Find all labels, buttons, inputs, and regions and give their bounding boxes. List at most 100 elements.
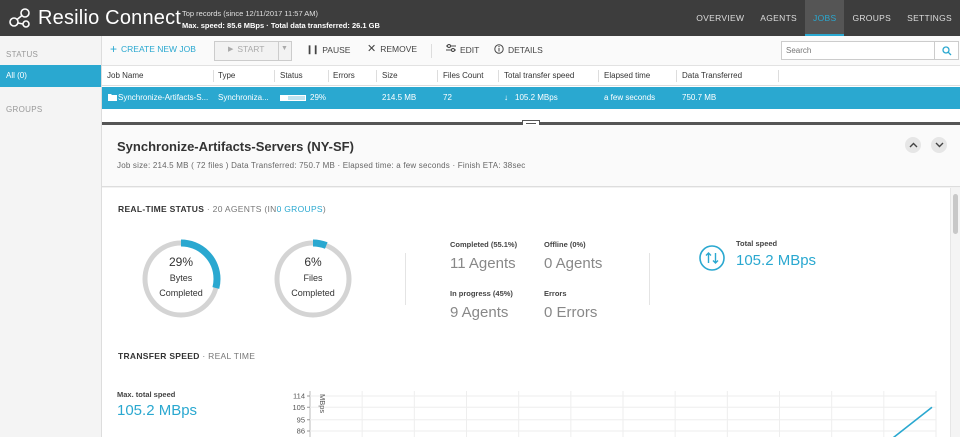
realtime-status-heading: REAL-TIME STATUS · 20 AGENTS (IN0 GROUPS…	[118, 204, 326, 214]
bytes-completed-label: Completed	[159, 288, 203, 298]
files-completed-label: Completed	[291, 288, 335, 298]
elapsed-value: a few seconds	[396, 161, 451, 170]
col-files-count[interactable]: Files Count	[443, 71, 483, 80]
job-files-value: ( 72 files )	[191, 161, 229, 170]
offline-value: 0 Agents	[544, 255, 603, 272]
job-size-value: 214.5 MB	[152, 161, 189, 170]
table-row[interactable]: Synchronize-Artifacts-S... Synchroniza..…	[102, 87, 960, 109]
edit-button[interactable]: EDIT	[446, 44, 479, 55]
realtime-in-close: )	[322, 204, 327, 214]
collapse-up-button[interactable]	[905, 137, 921, 153]
details-button[interactable]: DETAILS	[494, 44, 543, 56]
job-elapsed-cell: a few seconds	[604, 93, 656, 102]
in-progress-label: In progress (45%)	[450, 289, 513, 298]
create-job-button[interactable]: + CREATE NEW JOB	[110, 42, 196, 56]
nav-groups[interactable]: GROUPS	[844, 0, 899, 36]
transfer-speed-title: TRANSFER SPEED	[118, 351, 200, 361]
realtime-separator: ·	[206, 204, 210, 214]
toolbar-divider	[431, 44, 432, 58]
nav-jobs[interactable]: JOBS	[805, 0, 845, 36]
completed-label: Completed (55.1%)	[450, 240, 518, 249]
nav-overview[interactable]: OVERVIEW	[688, 0, 752, 36]
max-total-speed-label: Max. total speed	[117, 390, 176, 399]
job-speed-cell: 105.2 MBps	[515, 93, 558, 102]
data-transferred-label: Data Transferred:	[231, 161, 297, 170]
sidebar: STATUS All (0) GROUPS	[0, 36, 102, 437]
transfer-arrows-icon	[699, 245, 725, 271]
remove-button[interactable]: ✕ REMOVE	[367, 42, 418, 55]
pause-label: PAUSE	[322, 44, 351, 55]
col-separator	[598, 70, 599, 82]
realtime-sub: · 20 AGENTS (IN0 GROUPS)	[207, 204, 326, 214]
job-size-cell: 214.5 MB	[382, 93, 417, 102]
app-title: Resilio Connect	[38, 6, 182, 29]
start-label: START	[237, 44, 265, 54]
offline-label: Offline (0%)	[544, 240, 586, 249]
logo[interactable]: Resilio Connect	[8, 6, 181, 30]
total-transferred-value: 26.1 GB	[351, 21, 380, 30]
transfer-separator: ·	[202, 351, 206, 361]
main-nav: OVERVIEW AGENTS JOBS GROUPS SETTINGS	[688, 0, 960, 36]
chart-series-line	[892, 406, 933, 437]
top-records: Top records (since 12/11/2017 11:57 AM) …	[182, 8, 380, 32]
sidebar-groups-heading: GROUPS	[6, 105, 43, 114]
col-elapsed-time[interactable]: Elapsed time	[604, 71, 650, 80]
col-separator	[274, 70, 275, 82]
start-dropdown-button[interactable]: ▼	[281, 45, 288, 52]
realtime-title: REAL-TIME STATUS	[118, 204, 205, 214]
meta-separator: ·	[337, 161, 341, 170]
col-size[interactable]: Size	[382, 71, 398, 80]
transfer-speed-chart: 114105958676MBps	[292, 391, 937, 437]
max-speed-label: Max. speed:	[182, 21, 225, 30]
remove-label: REMOVE	[380, 44, 418, 54]
col-separator	[778, 70, 779, 82]
main-panel: + CREATE NEW JOB ▶ START ▼ ❙❙ PAUSE ✕ RE…	[102, 36, 960, 437]
edit-label: EDIT	[460, 44, 480, 55]
folder-icon	[108, 93, 117, 103]
transfer-speed-sub: · REAL TIME	[202, 351, 255, 361]
col-separator	[498, 70, 499, 82]
col-type[interactable]: Type	[218, 71, 235, 80]
realtime-in: (IN	[264, 204, 277, 214]
total-speed-value: 105.2 MBps	[736, 252, 817, 269]
chart-y-tick-label: 114	[293, 392, 305, 401]
sidebar-item-all[interactable]: All (0)	[0, 65, 101, 87]
groups-link[interactable]: 0 GROUPS	[277, 204, 323, 214]
data-transferred-value: 750.7 MB	[299, 161, 335, 170]
col-job-name[interactable]: Job Name	[107, 71, 143, 80]
job-detail: Synchronize-Artifacts-Servers (NY-SF) Jo…	[102, 125, 960, 437]
col-data-transferred[interactable]: Data Transferred	[682, 71, 742, 80]
meta-separator: ·	[452, 161, 456, 170]
files-percent: 6%	[304, 255, 322, 269]
pause-button[interactable]: ❙❙ PAUSE	[306, 44, 350, 55]
nav-settings[interactable]: SETTINGS	[899, 0, 960, 36]
job-name-cell: Synchronize-Artifacts-S...	[118, 93, 209, 102]
detail-scrollbar[interactable]	[950, 188, 960, 437]
nav-agents[interactable]: AGENTS	[752, 0, 805, 36]
job-stats-panel: REAL-TIME STATUS · 20 AGENTS (IN0 GROUPS…	[102, 188, 950, 437]
expand-down-button[interactable]	[931, 137, 947, 153]
eta-label: Finish ETA:	[457, 161, 501, 170]
close-icon: ✕	[367, 42, 377, 55]
search-button[interactable]	[934, 42, 958, 59]
col-errors[interactable]: Errors	[333, 71, 355, 80]
bytes-percent: 29%	[168, 255, 194, 269]
search-input[interactable]	[782, 42, 932, 59]
start-button[interactable]: ▶ START	[228, 44, 264, 54]
max-total-speed-value: 105.2 MBps	[117, 402, 198, 419]
job-meta: Job size: 214.5 MB ( 72 files ) Data Tra…	[117, 161, 526, 170]
max-speed-value: 85.6 MBps	[227, 21, 265, 30]
plus-icon: +	[110, 42, 118, 56]
records-heading: Top records (since 12/11/2017 11:57 AM)	[182, 9, 319, 18]
total-transferred-label: Total data transferred:	[270, 21, 350, 30]
in-progress-value: 9 Agents	[450, 304, 509, 321]
bytes-label: Bytes	[169, 273, 193, 283]
start-split	[278, 41, 279, 61]
records-separator: ·	[266, 21, 269, 30]
col-transfer-speed[interactable]: Total transfer speed	[504, 71, 574, 80]
col-status[interactable]: Status	[280, 71, 303, 80]
scrollbar-thumb[interactable]	[953, 194, 958, 234]
errors-value: 0 Errors	[544, 304, 598, 321]
play-icon: ▶	[228, 46, 234, 53]
details-label: DETAILS	[508, 45, 543, 55]
